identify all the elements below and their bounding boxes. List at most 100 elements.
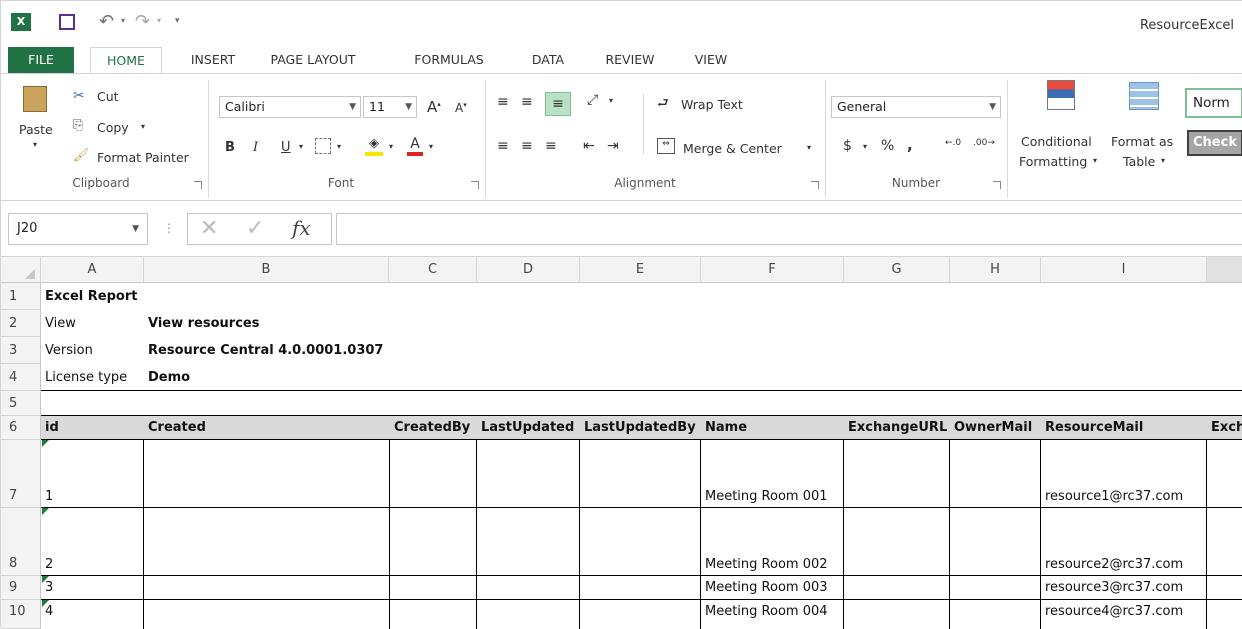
merge-center-button[interactable]: Merge & Center xyxy=(683,141,782,156)
borders-dropdown-icon[interactable]: ▾ xyxy=(337,142,341,151)
customize-toolbar-icon[interactable]: ▾ xyxy=(175,16,180,26)
cell-id[interactable]: 2 xyxy=(41,553,53,577)
font-color-dropdown-icon[interactable]: ▾ xyxy=(429,142,433,151)
row-header-9[interactable]: 9 xyxy=(1,576,41,600)
row-header-10[interactable]: 10 xyxy=(1,600,41,629)
enter-icon[interactable]: ✓ xyxy=(246,216,264,241)
cell-a2[interactable]: View xyxy=(41,310,76,337)
cell-name[interactable]: Meeting Room 003 xyxy=(701,576,828,600)
cancel-icon[interactable]: ✕ xyxy=(200,216,218,241)
paste-button[interactable]: Paste ▾ xyxy=(15,82,55,166)
header-id[interactable]: id xyxy=(41,416,59,440)
format-as-table-button[interactable]: Format as xyxy=(1111,134,1173,149)
cell-resourcemail[interactable]: resource3@rc37.com xyxy=(1041,576,1183,600)
copy-button[interactable]: Copy xyxy=(97,120,129,135)
row-header-8[interactable]: 8 xyxy=(1,508,41,576)
row-header-6[interactable]: 6 xyxy=(1,416,41,440)
row-header-3[interactable]: 3 xyxy=(1,337,41,364)
tab-page-layout[interactable]: PAGE LAYOUT xyxy=(263,47,363,73)
row-header-1[interactable]: 1 xyxy=(1,283,41,310)
cell-id[interactable]: 3 xyxy=(41,576,53,600)
column-header-e[interactable]: E xyxy=(580,257,701,283)
conditional-formatting-button[interactable]: Conditional xyxy=(1021,134,1092,149)
font-name-select[interactable]: Calibri ▼ xyxy=(219,96,361,118)
column-header-a[interactable]: A xyxy=(41,257,144,283)
header-resourcemail[interactable]: ResourceMail xyxy=(1041,416,1143,440)
tab-insert[interactable]: INSERT xyxy=(183,47,243,73)
currency-dropdown-icon[interactable]: ▾ xyxy=(863,142,867,151)
orientation-icon[interactable]: ⤢ xyxy=(587,92,598,108)
tab-review[interactable]: REVIEW xyxy=(597,47,663,73)
align-middle-icon[interactable]: ≡ xyxy=(521,94,533,110)
save-icon[interactable] xyxy=(59,14,75,30)
insert-function-icon[interactable]: fx xyxy=(292,216,311,240)
decrease-decimal-icon[interactable]: .00→ xyxy=(973,138,995,148)
percent-icon[interactable]: % xyxy=(881,138,894,154)
column-header-h[interactable]: H xyxy=(950,257,1041,283)
cell-name[interactable]: Meeting Room 004 xyxy=(701,600,828,624)
cell-name[interactable]: Meeting Room 002 xyxy=(701,553,828,577)
row-header-4[interactable]: 4 xyxy=(1,364,41,391)
font-color-icon[interactable]: A xyxy=(407,136,423,156)
font-size-select[interactable]: 11 ▼ xyxy=(363,96,417,118)
name-box[interactable]: J20 ▼ xyxy=(8,213,148,245)
shrink-font-icon[interactable]: A▾ xyxy=(455,101,467,115)
conditional-formatting-button-line2[interactable]: Formatting xyxy=(1019,154,1087,169)
font-launcher-icon[interactable] xyxy=(471,181,479,189)
undo-icon[interactable]: ↶ xyxy=(99,11,114,32)
undo-dropdown-icon[interactable]: ▾ xyxy=(121,16,125,25)
align-left-icon[interactable]: ≡ xyxy=(497,138,509,154)
cell-resourcemail[interactable]: resource1@rc37.com xyxy=(1041,485,1183,509)
tab-data[interactable]: DATA xyxy=(519,47,577,73)
header-ownermail[interactable]: OwnerMail xyxy=(950,416,1040,440)
number-launcher-icon[interactable] xyxy=(993,181,1001,189)
tab-view[interactable]: VIEW xyxy=(683,47,739,73)
italic-button[interactable]: I xyxy=(253,140,258,155)
cell-a1[interactable]: Excel Report xyxy=(41,283,137,310)
cell-resourcemail[interactable]: resource4@rc37.com xyxy=(1041,600,1183,624)
header-exchangeurl[interactable]: ExchangeURL xyxy=(844,416,949,440)
style-normal[interactable]: Norm xyxy=(1185,88,1242,118)
increase-indent-icon[interactable]: ⇥ xyxy=(607,138,619,154)
cell-a3[interactable]: Version xyxy=(41,337,93,364)
header-exch[interactable]: Exch xyxy=(1207,416,1242,440)
cell-b3[interactable]: Resource Central 4.0.0001.0307 xyxy=(144,337,383,364)
decrease-indent-icon[interactable]: ⇤ xyxy=(583,138,595,154)
wrap-text-button[interactable]: Wrap Text xyxy=(681,97,743,112)
formula-input[interactable] xyxy=(336,213,1242,245)
formula-bar-grip-icon[interactable]: ⋮ xyxy=(163,221,175,235)
header-created[interactable]: Created xyxy=(144,416,206,440)
row-header-7[interactable]: 7 xyxy=(1,440,41,508)
cell-b2[interactable]: View resources xyxy=(144,310,259,337)
column-header-f[interactable]: F xyxy=(701,257,844,283)
row-header-5[interactable]: 5 xyxy=(1,391,41,416)
style-check-cell[interactable]: Check xyxy=(1187,130,1242,156)
column-header-g[interactable]: G xyxy=(844,257,950,283)
clipboard-launcher-icon[interactable] xyxy=(194,181,202,189)
format-as-table-dropdown-icon[interactable]: ▾ xyxy=(1161,156,1165,165)
fill-color-dropdown-icon[interactable]: ▾ xyxy=(389,142,393,151)
align-center-icon[interactable]: ≡ xyxy=(521,138,533,154)
align-bottom-icon[interactable]: ≡ xyxy=(545,92,571,116)
header-name[interactable]: Name xyxy=(701,416,747,440)
column-header-i[interactable]: I xyxy=(1041,257,1207,283)
column-header-b[interactable]: B xyxy=(144,257,389,283)
redo-icon[interactable]: ↷ xyxy=(135,11,150,32)
cut-button[interactable]: Cut xyxy=(97,89,119,104)
cell-resourcemail[interactable]: resource2@rc37.com xyxy=(1041,553,1183,577)
underline-button[interactable]: U xyxy=(281,140,291,155)
currency-icon[interactable]: $ xyxy=(843,138,852,154)
redo-dropdown-icon[interactable]: ▾ xyxy=(157,16,161,25)
cell-id[interactable]: 4 xyxy=(41,600,53,624)
tab-formulas[interactable]: FORMULAS xyxy=(401,47,497,73)
increase-decimal-icon[interactable]: ←.0 xyxy=(945,138,961,148)
format-painter-button[interactable]: Format Painter xyxy=(97,150,189,165)
tab-file[interactable]: FILE xyxy=(8,47,74,73)
cell-id[interactable]: 1 xyxy=(41,485,53,509)
alignment-launcher-icon[interactable] xyxy=(811,181,819,189)
number-format-select[interactable]: General ▼ xyxy=(831,96,1001,118)
merge-dropdown-icon[interactable]: ▾ xyxy=(807,143,811,152)
cell-a4[interactable]: License type xyxy=(41,364,127,391)
underline-dropdown-icon[interactable]: ▾ xyxy=(299,142,303,151)
select-all-corner[interactable] xyxy=(1,257,41,283)
